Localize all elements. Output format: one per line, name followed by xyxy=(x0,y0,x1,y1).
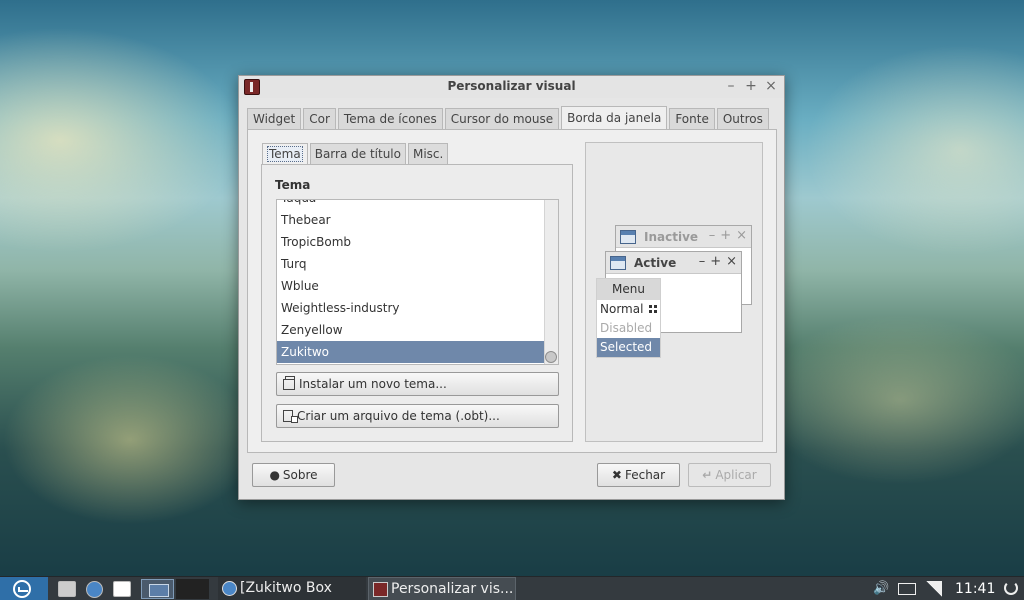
scrollbar-thumb[interactable] xyxy=(545,351,557,363)
list-item[interactable]: Wblue xyxy=(277,275,545,297)
workspace-1[interactable] xyxy=(141,579,174,599)
about-label: Sobre xyxy=(282,468,318,482)
volume-icon[interactable]: 🔊 xyxy=(873,581,889,596)
list-scrollbar[interactable] xyxy=(544,200,558,364)
customize-look-window: Personalizar visual – + × Widget Cor Tem… xyxy=(238,75,785,500)
start-menu-button[interactable] xyxy=(0,577,48,600)
menu-item-normal-label: Normal xyxy=(600,302,644,316)
tab-widget[interactable]: Widget xyxy=(247,108,302,130)
maximize-icon: + xyxy=(710,254,722,269)
window-icon xyxy=(620,230,636,244)
list-item[interactable]: Turq xyxy=(277,253,545,275)
list-item[interactable]: Zenyellow xyxy=(277,319,545,341)
tab-icon-theme[interactable]: Tema de ícones xyxy=(337,108,443,130)
create-theme-archive-button[interactable]: Criar um arquivo de tema (.obt)... xyxy=(276,404,559,428)
apply-label: Aplicar xyxy=(715,468,757,482)
list-item[interactable]: Thebear xyxy=(277,209,545,231)
list-item[interactable]: TropicBomb xyxy=(277,231,545,253)
active-label: Active xyxy=(634,256,677,270)
list-item[interactable]: Weightless-industry xyxy=(277,297,545,319)
task-browser-label: [Zukitwo Box Bo... xyxy=(240,580,332,596)
window-icon xyxy=(610,256,626,270)
workspace-2[interactable] xyxy=(176,579,209,599)
menu-item-normal: Normal xyxy=(597,300,660,319)
close-x-icon: ✖ xyxy=(611,468,622,482)
task-browser[interactable]: [Zukitwo Box Bo... xyxy=(218,577,366,600)
maximize-icon[interactable]: + xyxy=(744,78,758,94)
browser-icon xyxy=(222,581,237,596)
close-icon: × xyxy=(726,254,737,269)
close-icon: × xyxy=(736,228,747,243)
terminal-icon[interactable] xyxy=(113,581,131,597)
tab-mouse-cursor[interactable]: Cursor do mouse xyxy=(444,108,560,130)
create-theme-label: Criar um arquivo de tema (.obt)... xyxy=(297,409,500,423)
close-label: Fechar xyxy=(624,468,666,482)
power-icon[interactable] xyxy=(1004,581,1018,595)
preview-menu: Menu Normal Disabled Selected xyxy=(596,278,661,358)
menu-title: Menu xyxy=(597,279,660,300)
minimize-icon: – xyxy=(708,228,716,243)
network-signal-icon[interactable] xyxy=(926,581,942,597)
theme-subpanel: Tema Taqua Thebear TropicBomb Turq Wblue… xyxy=(261,164,573,442)
inactive-label: Inactive xyxy=(644,230,699,244)
tab-font[interactable]: Fonte xyxy=(669,108,715,130)
maximize-icon: + xyxy=(720,228,732,243)
menu-item-selected: Selected xyxy=(597,338,660,357)
window-title: Personalizar visual xyxy=(447,79,576,93)
subtab-theme-label: Tema xyxy=(267,146,303,162)
info-icon: ● xyxy=(269,468,280,482)
tab-color[interactable]: Cor xyxy=(303,108,336,130)
minimize-icon: – xyxy=(698,254,706,269)
tab-others[interactable]: Outros xyxy=(716,108,769,130)
window-border-panel: Tema Barra de título Misc. Tema Taqua Th… xyxy=(247,129,777,453)
file-manager-icon[interactable] xyxy=(58,581,76,597)
close-icon[interactable]: × xyxy=(764,78,778,94)
submenu-icon xyxy=(649,305,657,313)
battery-icon[interactable] xyxy=(898,583,916,595)
task-customize-look-label: Personalizar vis... xyxy=(391,581,514,597)
apply-button[interactable]: ↵ Aplicar xyxy=(688,463,771,487)
create-archive-icon xyxy=(283,410,298,423)
theme-list[interactable]: Taqua Thebear TropicBomb Turq Wblue Weig… xyxy=(276,199,559,365)
list-item-selected[interactable]: Zukitwo xyxy=(277,341,545,363)
list-item[interactable]: Taqua xyxy=(277,200,545,209)
minimize-icon[interactable]: – xyxy=(724,78,738,94)
install-theme-button[interactable]: Instalar um novo tema... xyxy=(276,372,559,396)
subtab-titlebar[interactable]: Barra de título xyxy=(309,143,406,165)
clock[interactable]: 11:41 xyxy=(955,577,995,600)
window-titlebar[interactable]: Personalizar visual – + × xyxy=(239,76,784,98)
subtab-theme[interactable]: Tema xyxy=(262,143,308,165)
lxqt-logo-icon xyxy=(13,580,31,598)
browser-icon[interactable] xyxy=(86,581,103,598)
install-icon xyxy=(283,375,295,390)
taskbar: [Zukitwo Box Bo... Personalizar vis... 🔊… xyxy=(0,576,1024,600)
apply-return-icon: ↵ xyxy=(702,468,713,482)
theme-preview: Inactive – + × Active – + × Menu Normal … xyxy=(585,142,763,442)
about-button[interactable]: ● Sobre xyxy=(252,463,335,487)
subtab-misc[interactable]: Misc. xyxy=(407,143,449,165)
sub-tabs: Tema Barra de título Misc. xyxy=(262,143,450,165)
main-tabs: Widget Cor Tema de ícones Cursor do mous… xyxy=(247,106,771,130)
menu-item-disabled: Disabled xyxy=(597,319,660,338)
close-button[interactable]: ✖ Fechar xyxy=(597,463,680,487)
theme-section-label: Tema xyxy=(275,178,311,192)
task-customize-look[interactable]: Personalizar vis... xyxy=(368,577,516,600)
app-icon xyxy=(373,582,388,597)
tab-window-border[interactable]: Borda da janela xyxy=(561,106,668,130)
install-theme-label: Instalar um novo tema... xyxy=(299,377,447,391)
